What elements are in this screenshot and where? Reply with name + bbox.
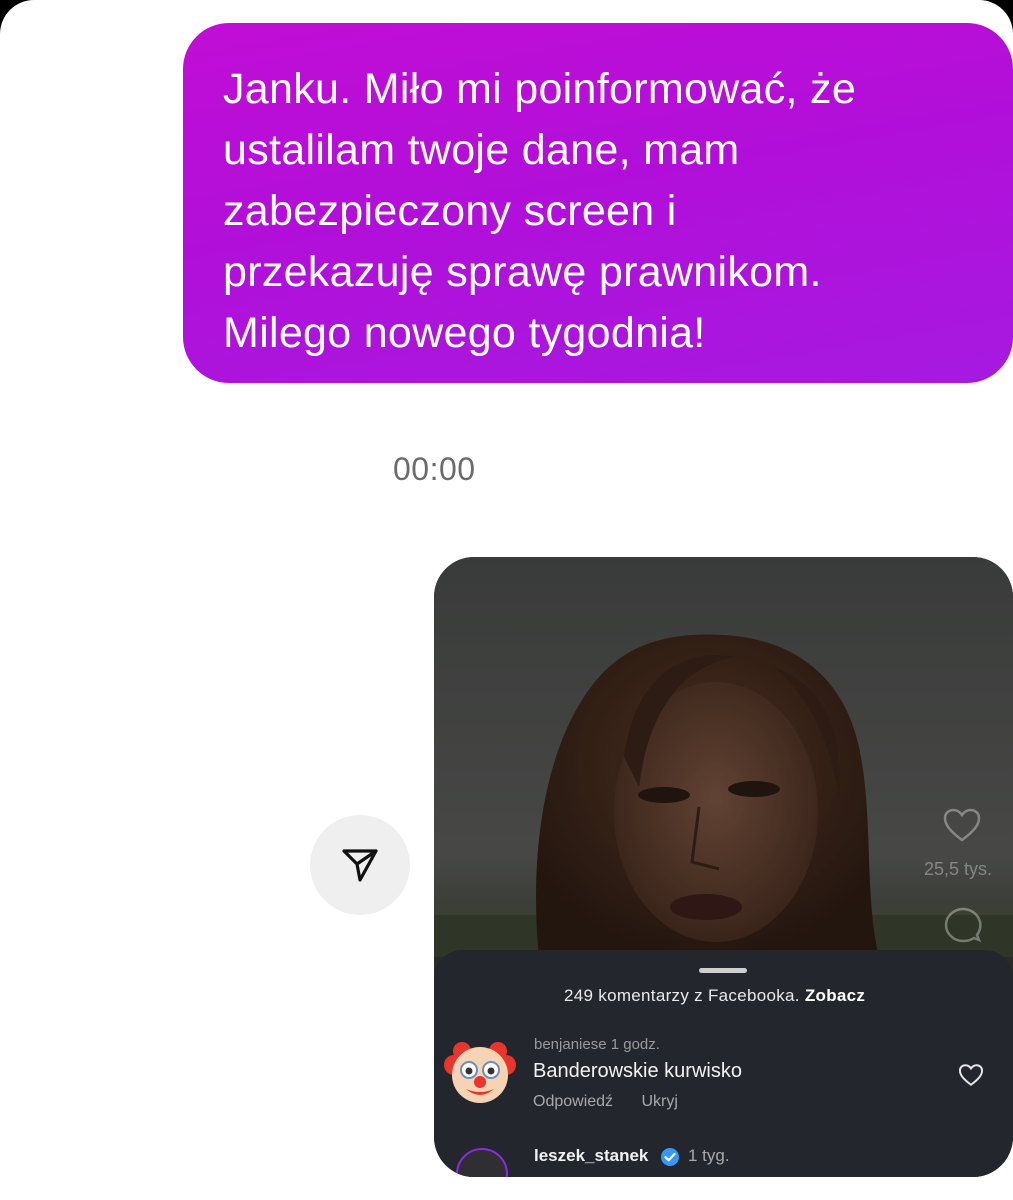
reply-button[interactable]: Odpowiedź [533,1093,613,1110]
message-line: przekazuję sprawę prawnikom. [223,248,822,296]
facebook-comments-line: 249 komentarzy z Facebooka. Zobacz [564,986,865,1006]
avatar[interactable] [456,1148,508,1177]
comment-actions: Odpowiedź Ukryj [533,1093,702,1111]
clown-face-emoji [444,1042,516,1103]
message-bubble[interactable]: Janku. Miło mi poinformować, że ustalila… [183,23,1013,383]
shared-reel[interactable]: 25,5 tys. 249 komentarzy z Facebooka. Zo… [434,557,1013,1177]
heart-icon[interactable] [958,1063,984,1087]
reel-video-frame [434,557,1013,957]
chat-screen: Janku. Miło mi poinformować, że ustalila… [0,0,1013,1200]
send-icon [342,849,378,882]
facebook-comments-count: 249 komentarzy z Facebooka. [564,986,800,1005]
comment-meta: benjaniese 1 godz. [534,1036,660,1053]
comment-time: 1 tyg. [688,1146,730,1165]
verified-badge-icon [661,1148,679,1166]
facebook-see-link[interactable]: Zobacz [805,986,865,1005]
share-button[interactable] [310,815,410,915]
message-line: Janku. Miło mi poinformować, że [223,65,857,113]
heart-icon[interactable] [942,807,982,843]
message-line: Milego nowego tygodnia! [223,309,706,357]
comment-text: Banderowskie kurwisko [533,1060,742,1082]
drag-handle[interactable] [699,968,747,973]
message-line: zabezpieczony screen i [223,187,677,235]
hide-button[interactable]: Ukryj [642,1093,678,1110]
message-line: ustalilam twoje dane, mam [223,126,740,174]
comment-username[interactable]: leszek_stanek [534,1146,648,1166]
reel-likes-count: 25,5 tys. [924,859,993,879]
comments-sheet: 249 komentarzy z Facebooka. Zobacz benja… [434,950,1013,1177]
comment-icon[interactable] [944,907,982,943]
message-timestamp: 00:00 [393,451,476,487]
